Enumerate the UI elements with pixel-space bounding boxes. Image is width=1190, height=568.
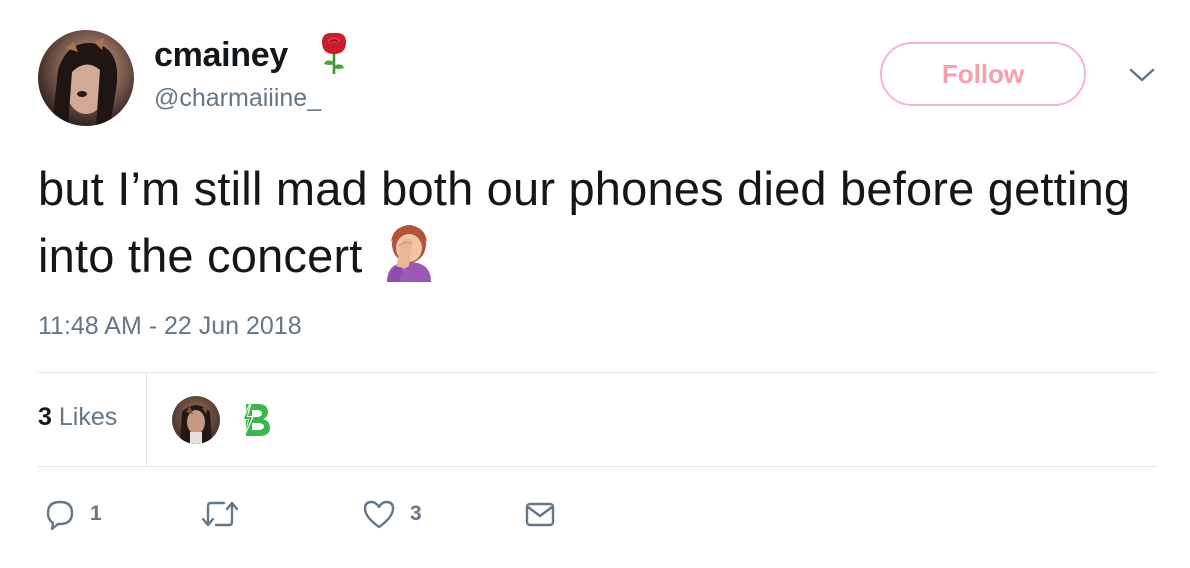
reply-icon [46, 500, 74, 530]
likes-label: Likes [58, 403, 118, 431]
direct-message-button[interactable] [524, 496, 556, 532]
like-count: 3 [410, 502, 422, 525]
tweet-card: cmainey @charmaiiine_ Follow but I’m sti… [0, 0, 1190, 568]
user-avatar[interactable] [38, 30, 134, 126]
heart-icon [363, 500, 395, 529]
reply-count: 1 [90, 502, 102, 525]
divider [38, 466, 1158, 467]
bolt-b-logo-icon[interactable] [238, 400, 272, 440]
liker-avatar[interactable] [172, 396, 220, 444]
likes-count: 3 [38, 403, 52, 431]
display-name[interactable]: cmainey [154, 36, 288, 75]
likes-stat[interactable]: 3 Likes [38, 403, 117, 432]
envelope-icon [525, 502, 555, 527]
rose-icon [322, 32, 346, 74]
tweet-body: but I’m still mad both our phones died b… [38, 156, 1168, 289]
like-button[interactable]: 3 [362, 496, 422, 532]
tweet-timestamp[interactable]: 11:48 AM - 22 Jun 2018 [38, 312, 302, 341]
follow-button[interactable]: Follow [880, 42, 1086, 106]
woman-facepalming-icon [386, 225, 431, 282]
divider [38, 372, 1158, 373]
retweet-button[interactable] [200, 496, 254, 532]
chevron-down-icon[interactable] [1127, 64, 1157, 86]
reply-button[interactable]: 1 [44, 496, 102, 532]
tweet-text: but I’m still mad both our phones died b… [38, 162, 1131, 282]
retweet-icon [201, 501, 239, 527]
user-handle[interactable]: @charmaiiine_ [154, 84, 321, 113]
stats-separator [146, 373, 147, 466]
